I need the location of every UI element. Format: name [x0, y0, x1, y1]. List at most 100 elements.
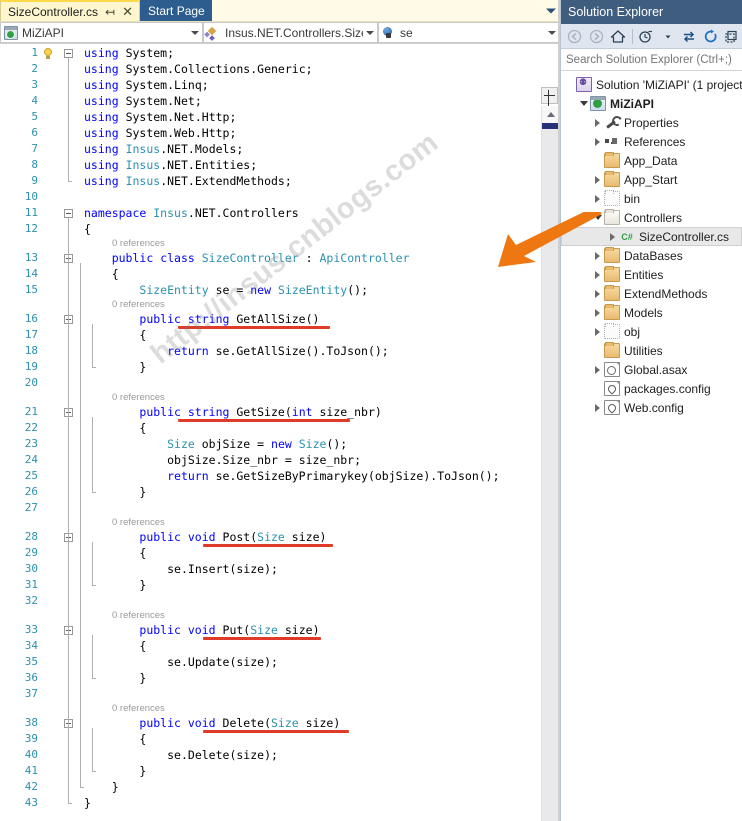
- tree-item-3[interactable]: References: [561, 132, 742, 151]
- code-editor[interactable]: 1 using System; 2 using System.Collections.…: [0, 45, 560, 821]
- vertical-scrollbar[interactable]: [541, 106, 559, 821]
- code-text: objSize.Size_nbr = size_nbr;: [167, 453, 362, 467]
- chevron-right-icon[interactable]: [591, 403, 604, 412]
- forward-icon[interactable]: [587, 26, 607, 47]
- chevron-down-icon[interactable]: [591, 215, 604, 220]
- search-solution-explorer-field[interactable]: [561, 49, 742, 71]
- code-line: 18 return se.GetAllSize().ToJson();: [0, 343, 525, 359]
- tree-item-9[interactable]: DataBases: [561, 246, 742, 265]
- chevron-right-icon[interactable]: [591, 365, 604, 374]
- editor-navigation-bar: MiZiAPI Insus.NET.Controllers.SizeC se: [0, 22, 560, 44]
- pending-changes-icon[interactable]: [636, 26, 656, 47]
- tree-item-label: MiZiAPI: [610, 96, 654, 111]
- tree-item-10[interactable]: Entities: [561, 265, 742, 284]
- editor-scroll-column: [525, 87, 560, 821]
- tree-item-label: Solution 'MiZiAPI' (1 project): [596, 77, 742, 92]
- tab-start-page[interactable]: Start Page: [140, 0, 212, 21]
- back-icon[interactable]: [565, 26, 585, 47]
- tree-item-label: References: [624, 134, 686, 149]
- tree-item-label: obj: [624, 324, 641, 339]
- line-number: 14: [24, 267, 38, 280]
- code-text: se.Delete(size);: [167, 748, 278, 762]
- code-line: 32: [0, 593, 525, 609]
- project-selector[interactable]: MiZiAPI: [0, 22, 203, 43]
- search-input[interactable]: [566, 53, 742, 66]
- code-text: using System.Linq;: [84, 78, 209, 92]
- tree-item-4[interactable]: App_Data: [561, 151, 742, 170]
- home-icon[interactable]: [608, 26, 628, 47]
- chevron-down-icon[interactable]: [363, 30, 377, 35]
- tree-item-2[interactable]: Properties: [561, 113, 742, 132]
- chevron-right-icon[interactable]: [591, 308, 604, 317]
- chevron-right-icon[interactable]: [606, 232, 619, 241]
- code-text: using Insus.NET.Entities;: [84, 158, 258, 172]
- tree-item-8[interactable]: SizeController.cs: [561, 227, 742, 246]
- chevron-right-icon[interactable]: [591, 194, 604, 203]
- line-number: 28: [24, 530, 38, 543]
- collapse-guide-end: [68, 803, 72, 804]
- tree-item-13[interactable]: obj: [561, 322, 742, 341]
- chevron-right-icon[interactable]: [591, 175, 604, 184]
- chevron-down-icon[interactable]: [546, 8, 556, 13]
- chevron-down-icon[interactable]: [545, 30, 559, 35]
- lightbulb-icon[interactable]: [42, 48, 54, 61]
- line-number: 4: [31, 94, 38, 107]
- refresh-icon[interactable]: [701, 26, 721, 47]
- tree-item-15[interactable]: Global.asax: [561, 360, 742, 379]
- chevron-right-icon[interactable]: [591, 289, 604, 298]
- chevron-down-icon[interactable]: [658, 26, 678, 47]
- collapse-toggle[interactable]: [64, 49, 73, 58]
- collapse-all-icon[interactable]: [723, 26, 742, 47]
- line-number: 21: [24, 405, 38, 418]
- type-selector[interactable]: Insus.NET.Controllers.SizeC: [203, 22, 378, 43]
- tree-item-11[interactable]: ExtendMethods: [561, 284, 742, 303]
- solution-explorer-title: Solution Explorer: [561, 0, 742, 24]
- line-number: 43: [24, 796, 38, 809]
- tree-item-0[interactable]: Solution 'MiZiAPI' (1 project): [561, 75, 742, 94]
- code-line: 17 {: [0, 327, 525, 343]
- tree-item-17[interactable]: Web.config: [561, 398, 742, 417]
- sync-icon[interactable]: [680, 26, 700, 47]
- code-text: {: [139, 639, 147, 653]
- line-number: 36: [24, 671, 38, 684]
- code-line: 31 }: [0, 577, 525, 593]
- chevron-right-icon[interactable]: [591, 251, 604, 260]
- code-text: using Insus.NET.ExtendMethods;: [84, 174, 292, 188]
- split-view-button[interactable]: [541, 87, 558, 104]
- line-number: 24: [24, 453, 38, 466]
- code-line: 23 Size objSize = new Size();: [0, 436, 525, 452]
- tree-item-16[interactable]: packages.config: [561, 379, 742, 398]
- chevron-down-icon[interactable]: [188, 30, 202, 35]
- tree-item-1[interactable]: MiZiAPI: [561, 94, 742, 113]
- tree-item-label: bin: [624, 191, 641, 206]
- chevron-right-icon[interactable]: [591, 118, 604, 127]
- pin-icon[interactable]: ↤: [105, 6, 115, 18]
- chevron-right-icon[interactable]: [591, 327, 604, 336]
- close-icon[interactable]: ✕: [122, 5, 133, 18]
- scroll-up-icon[interactable]: [542, 106, 559, 123]
- line-number: 30: [24, 562, 38, 575]
- line-number: 17: [24, 328, 38, 341]
- solution-icon: [576, 77, 592, 92]
- tree-item-7[interactable]: Controllers: [561, 208, 742, 227]
- tree-item-5[interactable]: App_Start: [561, 170, 742, 189]
- chevron-right-icon[interactable]: [591, 270, 604, 279]
- scrollbar-track[interactable]: [542, 129, 559, 821]
- code-text: using System.Collections.Generic;: [84, 62, 313, 76]
- code-text: public string GetSize(int size_nbr): [139, 405, 382, 419]
- code-text: public void Put(Size size): [139, 623, 320, 637]
- code-line: 8 using Insus.NET.Entities;: [0, 157, 525, 173]
- member-selector[interactable]: se: [378, 22, 560, 43]
- code-line: 19 }: [0, 359, 525, 375]
- code-text: public string GetAllSize(): [139, 312, 320, 326]
- tree-item-14[interactable]: Utilities: [561, 341, 742, 360]
- tree-item-12[interactable]: Models: [561, 303, 742, 322]
- tree-item-6[interactable]: bin: [561, 189, 742, 208]
- chevron-down-icon[interactable]: [577, 101, 590, 106]
- chevron-right-icon[interactable]: [591, 137, 604, 146]
- code-text: se.Insert(size);: [167, 562, 278, 576]
- tab-size-controller[interactable]: SizeController.cs ↤ ✕: [0, 0, 141, 21]
- collapse-toggle[interactable]: [64, 209, 73, 218]
- line-number: 31: [24, 578, 38, 591]
- code-line: 36 }: [0, 670, 525, 686]
